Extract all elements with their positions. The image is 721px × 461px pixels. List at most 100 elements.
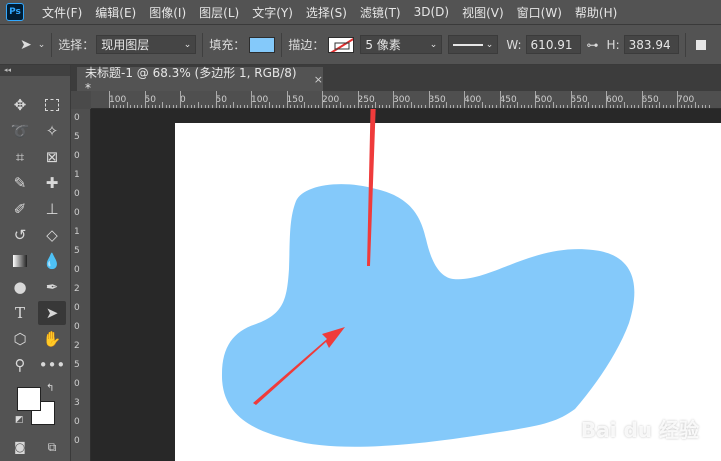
history-brush-tool-icon[interactable]: ↺ xyxy=(6,223,34,247)
ruler-tick xyxy=(109,91,110,108)
menu-select[interactable]: 选择(S) xyxy=(306,4,347,21)
hand-tool-icon[interactable]: ✋ xyxy=(38,327,66,351)
ruler-tick xyxy=(300,105,302,108)
height-field[interactable]: 383.94 xyxy=(623,35,679,54)
zoom-tool-icon[interactable]: ⚲ xyxy=(6,353,34,377)
menu-file[interactable]: 文件(F) xyxy=(42,4,82,21)
ruler-tick xyxy=(275,105,277,108)
width-field[interactable]: 610.91 xyxy=(525,35,581,54)
eyedropper-tool-icon[interactable]: ✎ xyxy=(6,171,34,195)
ruler-tick xyxy=(485,105,487,108)
menu-window[interactable]: 窗口(W) xyxy=(517,4,562,21)
screen-mode-icon[interactable]: ⧉ xyxy=(38,435,66,459)
pen-tool-icon[interactable]: ✒ xyxy=(38,275,66,299)
path-operations-icon[interactable] xyxy=(695,39,706,50)
ruler-tick xyxy=(233,102,235,108)
menu-3d[interactable]: 3D(D) xyxy=(414,5,449,19)
menu-layer[interactable]: 图层(L) xyxy=(199,4,239,21)
ruler-tick xyxy=(481,102,483,108)
marquee-tool-icon[interactable] xyxy=(38,93,66,117)
dodge-tool-icon[interactable]: ● xyxy=(6,275,34,299)
collapse-toolbar-icon[interactable]: ◂◂ xyxy=(0,65,70,76)
frame-tool-icon[interactable]: ⊠ xyxy=(38,145,66,169)
healing-brush-tool-icon[interactable]: ✚ xyxy=(38,171,66,195)
shape-tool-icon[interactable]: ⬡ xyxy=(6,327,34,351)
lasso-tool-icon[interactable]: ➰ xyxy=(6,119,34,143)
type-tool-icon[interactable]: T xyxy=(6,301,34,325)
ruler-tick xyxy=(581,105,583,108)
ruler-tick xyxy=(272,105,274,108)
swap-colors-icon[interactable]: ↰ xyxy=(46,383,54,394)
ruler-tick xyxy=(254,105,256,108)
default-colors-icon[interactable]: ◩ xyxy=(15,415,24,425)
ruler-label: 0 xyxy=(74,113,80,123)
ruler-tick xyxy=(240,105,242,108)
ruler-tick xyxy=(396,105,398,108)
magic-wand-tool-icon[interactable]: ✧ xyxy=(38,119,66,143)
fill-color-swatch[interactable] xyxy=(249,36,276,53)
ruler-tick xyxy=(517,102,519,108)
chevron-down-icon[interactable]: ⌄ xyxy=(38,40,46,50)
ruler-tick xyxy=(634,105,636,108)
foreground-color-swatch[interactable] xyxy=(17,387,41,411)
clone-stamp-tool-icon[interactable]: ⊥ xyxy=(38,197,66,221)
quick-mask-icon[interactable]: ◙ xyxy=(6,435,34,459)
ruler-tick xyxy=(701,105,703,108)
ruler-tick xyxy=(666,105,668,108)
stroke-label: 描边： xyxy=(288,38,325,52)
menu-edit[interactable]: 编辑(E) xyxy=(95,4,136,21)
gradient-tool-icon[interactable] xyxy=(6,249,34,273)
select-layer-dropdown[interactable]: 现用图层 ⌄ xyxy=(96,35,197,54)
blur-tool-icon[interactable]: 💧 xyxy=(38,249,66,273)
ruler-label: 650 xyxy=(641,95,659,105)
ruler-tick xyxy=(552,102,554,108)
ruler-tick xyxy=(488,105,490,108)
menu-filter[interactable]: 滤镜(T) xyxy=(360,4,401,21)
ruler-tick xyxy=(119,105,121,108)
ruler-tick xyxy=(478,105,480,108)
ruler-tick xyxy=(471,105,473,108)
more-tools-icon[interactable]: ••• xyxy=(38,353,66,377)
canvas-workspace[interactable]: Bai du 经验 jingyan.baidu.com xyxy=(91,109,721,461)
ruler-tick xyxy=(176,105,178,108)
crop-tool-icon[interactable]: ⌗ xyxy=(6,145,34,169)
move-tool-icon[interactable]: ✥ xyxy=(6,93,34,117)
ruler-label: 2 xyxy=(74,284,80,294)
stroke-width-dropdown[interactable]: 5 像素 ⌄ xyxy=(360,35,443,54)
menu-type[interactable]: 文字(Y) xyxy=(252,4,293,21)
tool-preset-arrow-icon[interactable]: ➤ xyxy=(20,37,32,53)
ruler-tick xyxy=(652,105,654,108)
ruler-tick xyxy=(290,105,292,108)
stroke-color-swatch[interactable] xyxy=(328,36,355,53)
ruler-label: 0 xyxy=(74,303,80,313)
baidu-watermark: Bai du 经验 xyxy=(580,418,699,442)
stroke-type-dropdown[interactable]: ⌄ xyxy=(448,35,499,54)
ruler-origin[interactable] xyxy=(71,91,91,109)
link-icon[interactable]: ⊶ xyxy=(587,38,599,52)
menu-help[interactable]: 帮助(H) xyxy=(575,4,617,21)
ruler-tick xyxy=(510,105,512,108)
menu-view[interactable]: 视图(V) xyxy=(462,4,504,21)
ruler-tick xyxy=(393,91,394,108)
ruler-tick xyxy=(574,105,576,108)
direct-selection-tool-icon[interactable]: ➤ xyxy=(38,301,66,325)
ruler-tick xyxy=(588,102,590,108)
ruler-tick xyxy=(339,102,341,108)
ruler-tick xyxy=(524,105,526,108)
eraser-tool-icon[interactable]: ◇ xyxy=(38,223,66,247)
ruler-label: 550 xyxy=(570,95,588,105)
ruler-tick xyxy=(513,105,515,108)
ruler-label: 100 xyxy=(109,95,127,105)
stroke-width-value: 5 像素 xyxy=(365,38,401,52)
ruler-tick xyxy=(357,91,359,108)
ruler-tick xyxy=(527,105,529,108)
ruler-tick xyxy=(520,105,522,108)
ruler-tick xyxy=(336,105,338,108)
menu-image[interactable]: 图像(I) xyxy=(149,4,186,21)
brush-tool-icon[interactable]: ✐ xyxy=(6,197,34,221)
divider xyxy=(281,32,283,57)
ruler-label: 450 xyxy=(499,95,517,105)
document-tab[interactable]: 未标题-1 @ 68.3% (多边形 1, RGB/8) * × xyxy=(77,66,323,95)
close-icon[interactable]: × xyxy=(314,73,323,86)
ruler-tick xyxy=(169,105,171,108)
